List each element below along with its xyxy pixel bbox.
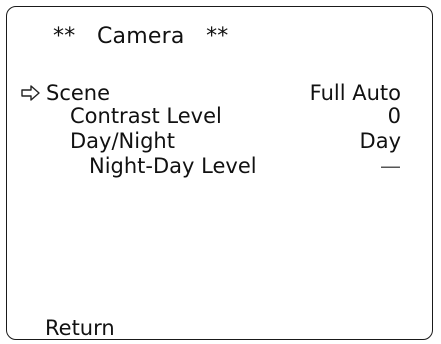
menu-item-label: Contrast Level [70, 104, 222, 128]
menu-item-value: 0 [387, 104, 401, 128]
menu-item-scene[interactable]: Scene Full Auto [20, 81, 401, 105]
menu-item-day-night[interactable]: Day/Night Day [20, 129, 401, 153]
menu-item-value: Full Auto [309, 81, 401, 105]
menu-item-value: — [380, 154, 401, 178]
menu-item-label: Day/Night [70, 129, 175, 153]
menu-item-contrast-level[interactable]: Contrast Level 0 [20, 104, 401, 128]
return-menu-item[interactable]: Return [45, 316, 115, 340]
menu-item-label: Night-Day Level [89, 154, 257, 178]
menu-title: ** Camera ** [53, 24, 229, 49]
menu-item-night-day-level[interactable]: Night-Day Level — [20, 154, 401, 178]
right-arrow-outline-icon [20, 81, 42, 105]
menu-item-label: Scene [46, 81, 111, 105]
menu-item-value: Day [359, 129, 401, 153]
